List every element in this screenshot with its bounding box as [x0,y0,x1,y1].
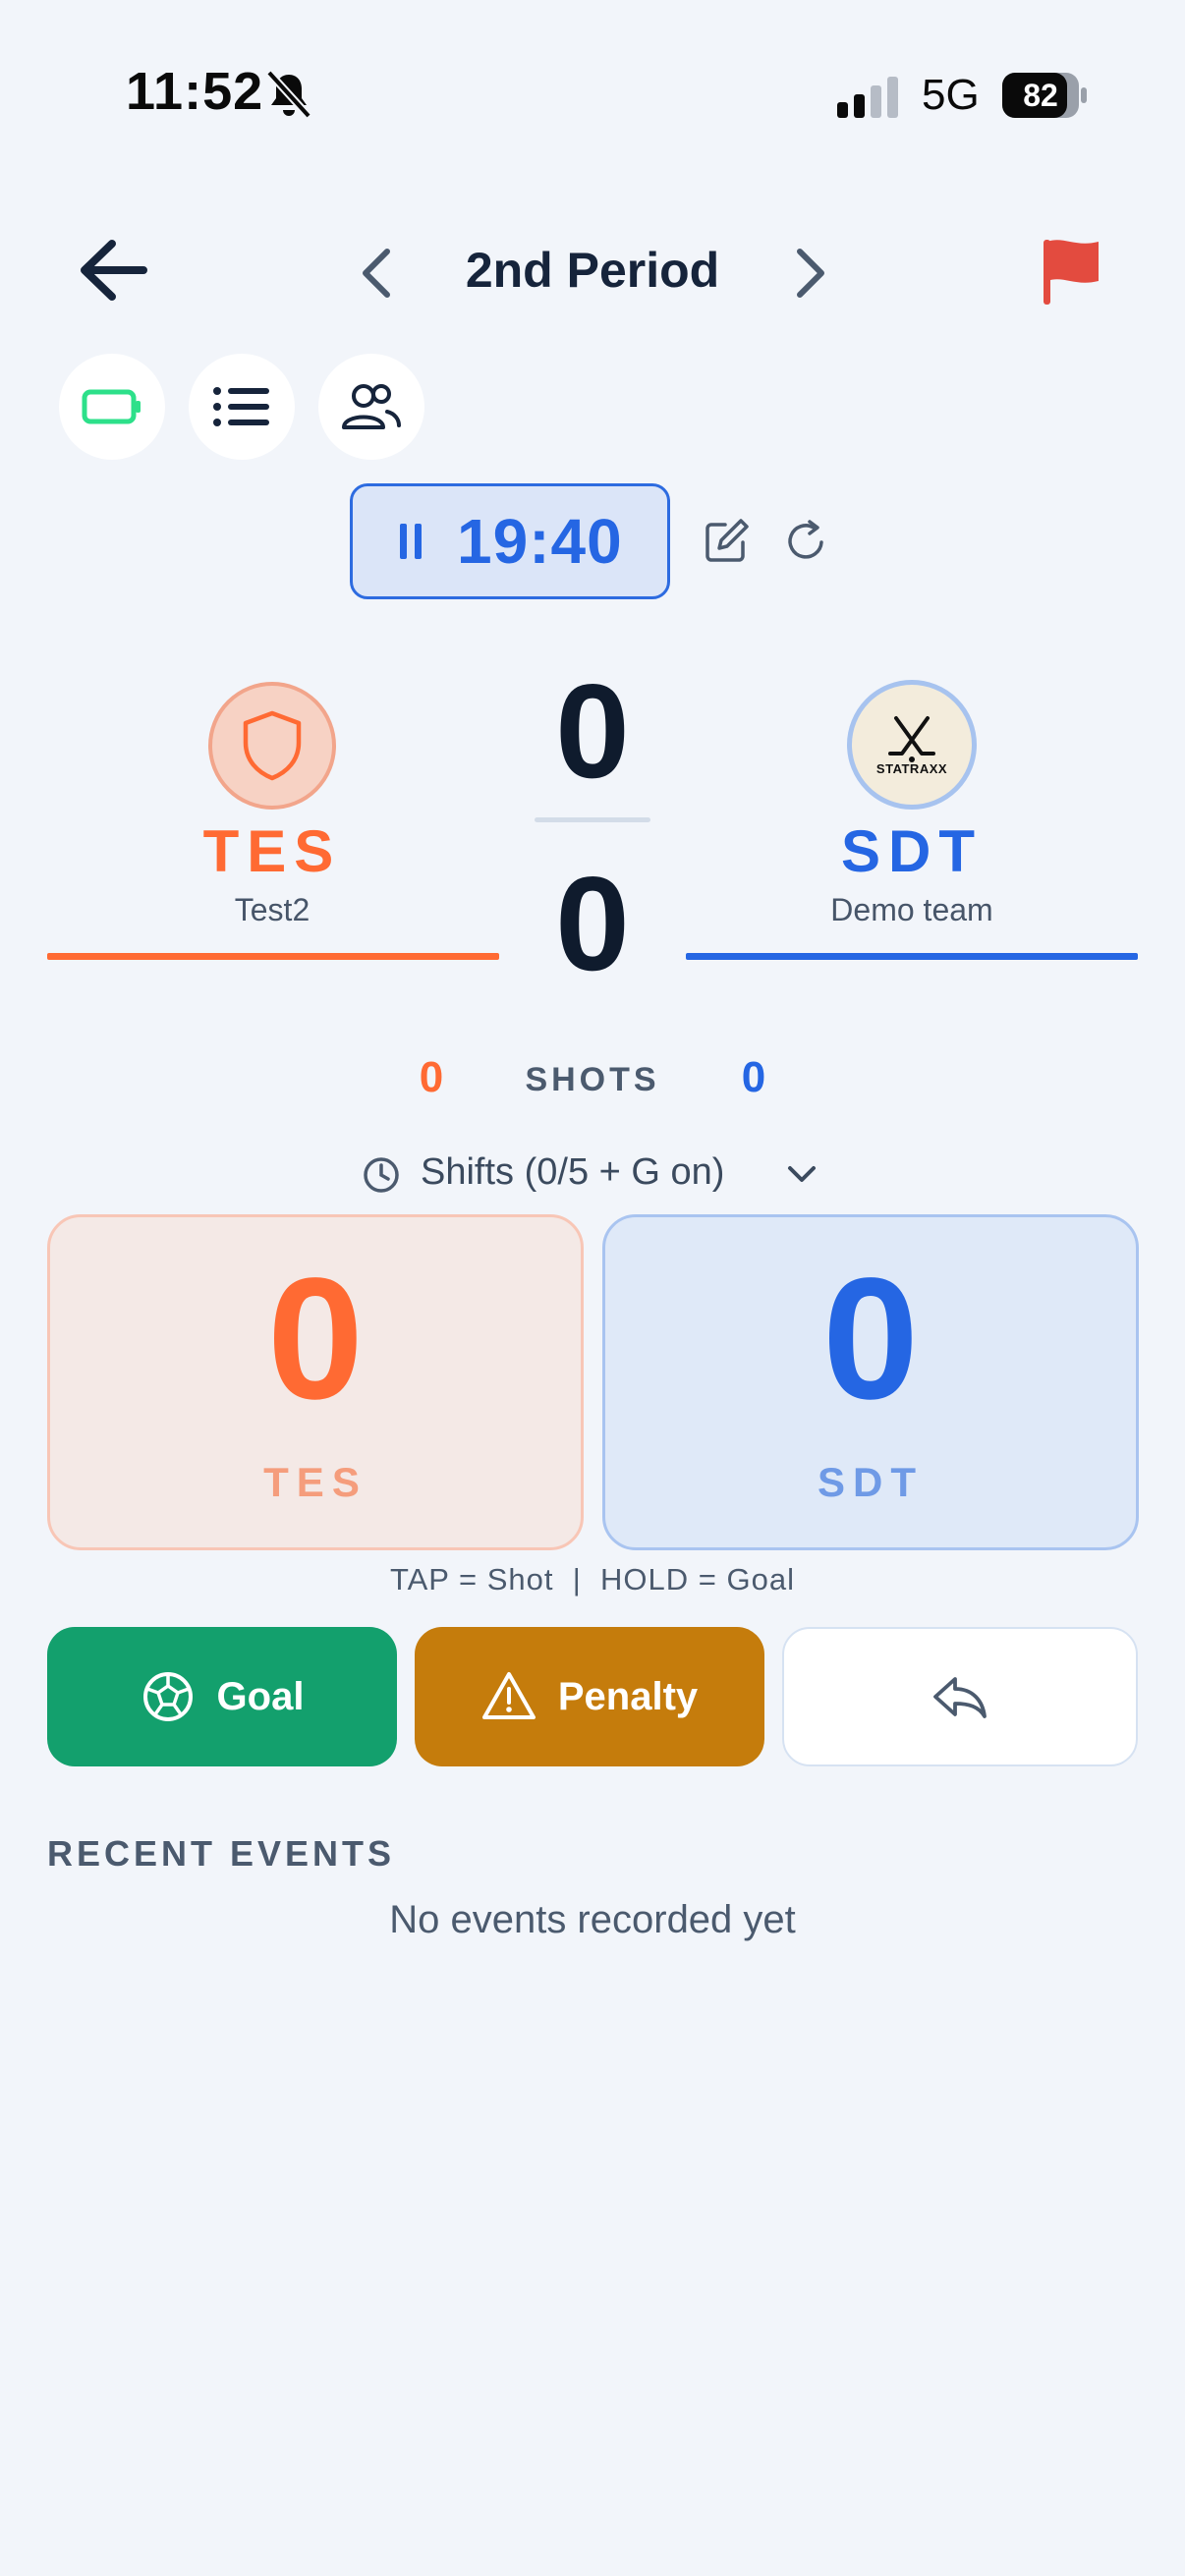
flag-icon[interactable] [1036,234,1106,308]
home-team-logo [208,682,336,810]
bell-muted-icon [266,70,311,119]
away-shots-count: 0 [741,1053,766,1101]
battery-percent: 82 [1023,78,1058,113]
shield-icon [243,710,302,781]
hockey-sticks-icon [888,715,935,762]
goal-button[interactable]: Goal [47,1627,397,1766]
away-team-name: Demo team [830,892,993,927]
arrow-left-icon[interactable] [77,236,149,305]
edit-icon[interactable] [702,517,751,566]
away-logo-text: STATRAXX [875,760,948,776]
home-score: 0 [555,656,630,806]
penalty-button[interactable]: Penalty [415,1627,764,1766]
clock-icon [364,1157,399,1193]
chevron-right-icon[interactable] [784,246,833,301]
away-panel-score: 0 [822,1243,919,1435]
refresh-icon[interactable] [782,517,831,566]
lineup-button[interactable] [318,354,424,460]
game-timer-toggle[interactable]: 19:40 [350,483,670,599]
home-panel-abbr: TES [263,1459,367,1505]
chevron-down-icon[interactable] [784,1159,819,1189]
home-team-abbr: TES [202,818,342,884]
penalty-label: Penalty [557,1674,699,1718]
home-shot-panel[interactable]: 0 TES [47,1214,584,1550]
chevron-left-icon[interactable] [354,246,403,301]
undo-button[interactable] [782,1627,1138,1766]
undo-icon [933,1677,987,1718]
period-title: 2nd Period [465,243,720,298]
recent-events-empty: No events recorded yet [389,1898,796,1941]
people-icon [342,384,401,429]
shifts-toggle[interactable]: Shifts (0/5 + G on) [421,1151,724,1194]
battery-icon [82,389,141,424]
home-shots-count: 0 [419,1053,444,1101]
recent-events-title: RECENT EVENTS [47,1833,396,1874]
score-divider [535,817,650,822]
signal-icon [837,77,898,118]
network-type: 5G [922,71,980,119]
status-time: 11:52 [126,62,264,121]
home-team-underline [47,953,499,960]
list-icon [213,387,269,426]
warning-icon [481,1672,536,1719]
away-team-underline [686,953,1138,960]
goal-label: Goal [216,1674,305,1718]
events-list-button[interactable] [189,354,295,460]
away-team-logo: STATRAXX [847,680,977,810]
timer-value: 19:40 [457,506,623,577]
battery-mode-button[interactable] [59,354,165,460]
away-panel-abbr: SDT [818,1459,924,1505]
away-team-abbr: SDT [841,818,983,884]
home-panel-score: 0 [267,1243,364,1435]
battery-indicator: 82 [1002,73,1087,118]
pause-icon [400,524,422,559]
home-team-name: Test2 [234,892,310,927]
away-score: 0 [555,849,630,998]
away-shot-panel[interactable]: 0 SDT [602,1214,1139,1550]
tap-hold-hint: TAP = Shot | HOLD = Goal [390,1562,795,1596]
shots-label: SHOTS [525,1061,660,1098]
soccer-ball-icon [142,1672,193,1721]
